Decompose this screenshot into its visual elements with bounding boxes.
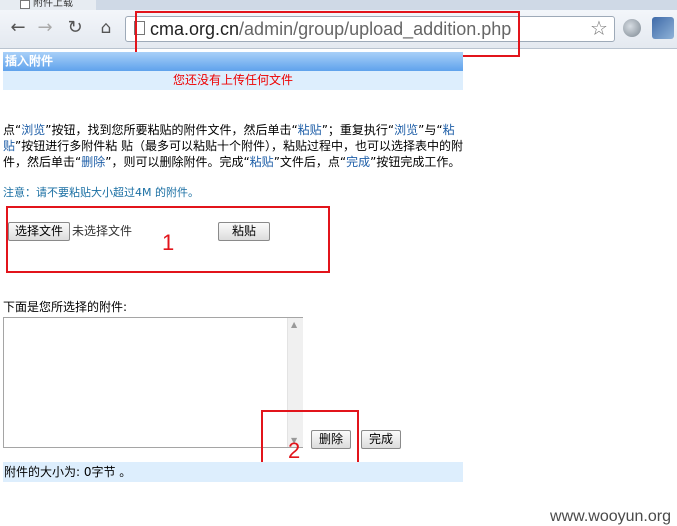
extension-icon[interactable] — [652, 17, 674, 39]
page-icon — [20, 0, 30, 9]
browser-tab[interactable]: 附件上载 — [0, 0, 96, 10]
selected-files-label: 下面是您所选择的附件: — [3, 300, 128, 314]
annotation-label-2: 2 — [288, 438, 301, 463]
attachment-list[interactable] — [3, 317, 303, 448]
attachment-size-text: 附件的大小为: 0字节 。 — [3, 462, 463, 482]
annotation-label-1: 1 — [162, 230, 175, 255]
tab-title: 附件上载 — [33, 0, 73, 9]
instructions-text: 点“浏览”按钮，找到您所要粘贴的附件文件，然后单击“粘贴”；重复执行“浏览”与“… — [3, 123, 464, 169]
home-icon[interactable]: ⌂ — [96, 17, 116, 39]
size-warning: 注意：请不要粘贴大小超过4M 的附件。 — [3, 186, 199, 199]
bookmark-star-icon[interactable]: ☆ — [590, 16, 608, 40]
globe-icon[interactable] — [623, 19, 641, 37]
reload-icon[interactable]: ↻ — [65, 17, 85, 39]
scroll-up-icon[interactable]: ▲ — [291, 320, 297, 329]
page-header: 插入附件 — [3, 52, 463, 71]
forward-arrow-icon[interactable]: → — [35, 17, 55, 39]
no-upload-notice: 您还没有上传任何文件 — [3, 71, 463, 90]
tab-strip — [0, 0, 677, 10]
watermark: www.wooyun.org — [550, 508, 671, 525]
back-arrow-icon[interactable]: ← — [8, 17, 28, 39]
delete-highlight-box — [261, 410, 359, 469]
url-highlight-box — [135, 11, 520, 57]
done-button[interactable]: 完成 — [361, 430, 401, 449]
